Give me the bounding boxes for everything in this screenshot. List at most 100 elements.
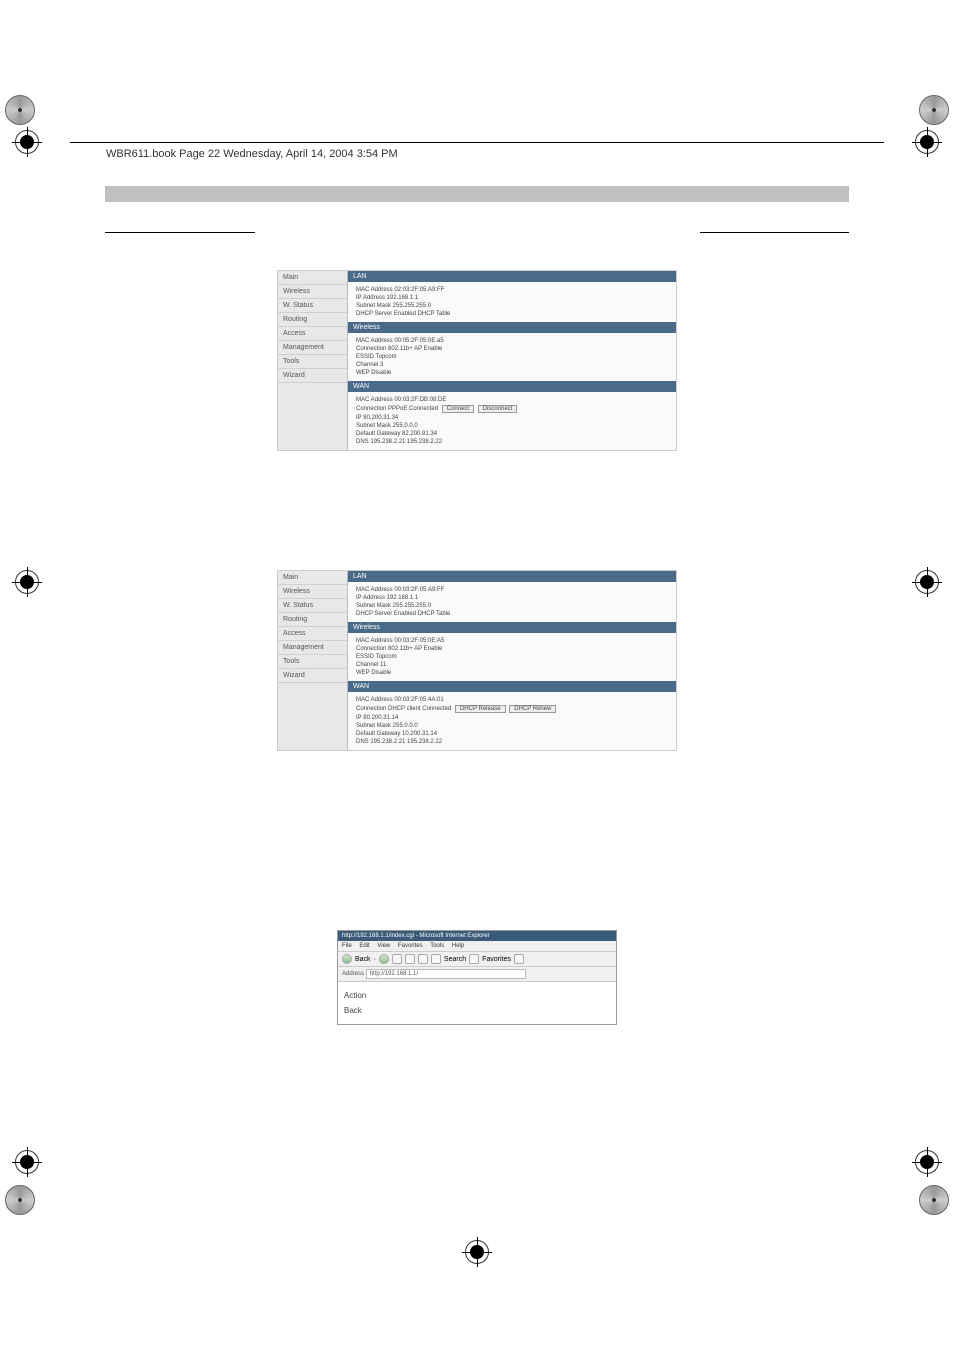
wireless-mac: MAC Address 00:03:2F:05:0E:A5 xyxy=(356,637,668,645)
toolbar: Back · Search Favorites xyxy=(338,951,616,967)
lan-subnet: Subnet Mask 255.255.255.0 xyxy=(356,302,668,310)
address-bar: Address http://192.168.1.1/ xyxy=(338,967,616,982)
menu-help[interactable]: Help xyxy=(452,943,464,949)
wan-conn: Connection DHCP client Connected DHCP Re… xyxy=(356,704,668,714)
menu-edit[interactable]: Edit xyxy=(359,943,369,949)
stop-icon[interactable] xyxy=(392,954,402,964)
header-rule xyxy=(70,142,884,143)
wireless-mac: MAC Address 00:05:2F:05:0E:a5 xyxy=(356,337,668,345)
sidebar-item-wizard[interactable]: Wizard xyxy=(278,669,347,683)
wireless-header: Wireless xyxy=(348,622,676,633)
section-rule xyxy=(105,232,255,233)
sidebar-item-wireless[interactable]: Wireless xyxy=(278,585,347,599)
wan-dns: DNS 195.238.2.21 195.238.2.22 xyxy=(356,738,668,746)
wireless-channel: Channel 11 xyxy=(356,661,668,669)
connect-button[interactable]: Connect xyxy=(442,405,474,413)
wireless-wep: WEP Disable xyxy=(356,669,668,677)
action-link[interactable]: Action xyxy=(344,988,610,1003)
lan-header: LAN xyxy=(348,571,676,582)
nav-sidebar: Main Wireless W. Status Routing Access M… xyxy=(278,571,348,750)
registration-swirl xyxy=(919,1185,949,1215)
media-icon[interactable] xyxy=(514,954,524,964)
wan-conn: Connection PPPoE Connected Connect Disco… xyxy=(356,404,668,414)
lan-mac: MAC Address 02:03:2F:05:A9:FF xyxy=(356,286,668,294)
wireless-conn: Connection 802.11b+ AP Enable xyxy=(356,345,668,353)
sidebar-item-access[interactable]: Access xyxy=(278,327,347,341)
crop-mark-icon xyxy=(915,570,939,594)
lan-mac: MAC Address 00:03:2F:05:A9:FF xyxy=(356,586,668,594)
dhcp-release-button[interactable]: DHCP Release xyxy=(455,705,506,713)
registration-swirl xyxy=(5,1185,35,1215)
sidebar-item-status[interactable]: W. Status xyxy=(278,299,347,313)
browser-body: Action Back xyxy=(338,982,616,1024)
wireless-wep: WEP Disable xyxy=(356,369,668,377)
main-panel: LAN MAC Address 00:03:2F:05:A9:FF IP Add… xyxy=(348,571,676,750)
toolbar-sep: · xyxy=(374,956,376,963)
search-label: Search xyxy=(444,956,466,963)
back-link[interactable]: Back xyxy=(344,1003,610,1018)
lan-dhcp: DHCP Server Enabled DHCP Table xyxy=(356,610,668,618)
favorites-label: Favorites xyxy=(482,956,511,963)
crop-mark-icon xyxy=(15,130,39,154)
menu-view[interactable]: View xyxy=(377,943,390,949)
sidebar-item-routing[interactable]: Routing xyxy=(278,313,347,327)
wan-conn-label: Connection DHCP client Connected xyxy=(356,706,451,712)
sidebar-item-status[interactable]: W. Status xyxy=(278,599,347,613)
lan-dhcp: DHCP Server Enabled DHCP Table xyxy=(356,310,668,318)
forward-icon[interactable] xyxy=(379,954,389,964)
sidebar-item-access[interactable]: Access xyxy=(278,627,347,641)
wan-gateway: Default Gateway 10.200.31.14 xyxy=(356,730,668,738)
crop-mark-icon xyxy=(915,1150,939,1174)
wireless-header: Wireless xyxy=(348,322,676,333)
lan-ip: IP Address 192.168.1.1 xyxy=(356,294,668,302)
crop-mark-icon xyxy=(465,1240,489,1264)
sidebar-item-main[interactable]: Main xyxy=(278,271,347,285)
sidebar-item-main[interactable]: Main xyxy=(278,571,347,585)
sidebar-item-management[interactable]: Management xyxy=(278,641,347,655)
menu-tools[interactable]: Tools xyxy=(430,943,444,949)
registration-swirl xyxy=(5,95,35,125)
browser-screenshot: http://192.168.1.1/index.cgi - Microsoft… xyxy=(337,930,617,1025)
menu-favorites[interactable]: Favorites xyxy=(398,943,423,949)
favorites-icon[interactable] xyxy=(469,954,479,964)
wan-mac: MAC Address 00:03:2F:05:4A:01 xyxy=(356,696,668,704)
search-icon[interactable] xyxy=(431,954,441,964)
menu-bar: File Edit View Favorites Tools Help xyxy=(338,941,616,951)
wan-gateway: Default Gateway 82.200.91.34 xyxy=(356,430,668,438)
crop-mark-icon xyxy=(915,130,939,154)
registration-swirl xyxy=(919,95,949,125)
crop-mark-icon xyxy=(15,570,39,594)
crop-mark-icon xyxy=(15,1150,39,1174)
page-header: WBR611.book Page 22 Wednesday, April 14,… xyxy=(100,148,404,160)
lan-ip: IP Address 192.168.1.1 xyxy=(356,594,668,602)
page-grey-bar xyxy=(105,186,849,202)
sidebar-item-wizard[interactable]: Wizard xyxy=(278,369,347,383)
lan-subnet: Subnet Mask 255.255.255.0 xyxy=(356,602,668,610)
main-panel: LAN MAC Address 02:03:2F:05:A9:FF IP Add… xyxy=(348,271,676,450)
nav-sidebar: Main Wireless W. Status Routing Access M… xyxy=(278,271,348,450)
wan-conn-label: Connection PPPoE Connected xyxy=(356,406,438,412)
menu-file[interactable]: File xyxy=(342,943,352,949)
refresh-icon[interactable] xyxy=(405,954,415,964)
sidebar-item-routing[interactable]: Routing xyxy=(278,613,347,627)
sidebar-item-tools[interactable]: Tools xyxy=(278,355,347,369)
address-input[interactable]: http://192.168.1.1/ xyxy=(366,969,526,979)
wan-header: WAN xyxy=(348,681,676,692)
wireless-channel: Channel 3 xyxy=(356,361,668,369)
wan-header: WAN xyxy=(348,381,676,392)
wireless-essid: ESSID Topcom xyxy=(356,353,668,361)
address-label: Address xyxy=(342,971,364,977)
sidebar-item-management[interactable]: Management xyxy=(278,341,347,355)
dhcp-renew-button[interactable]: DHCP Renew xyxy=(509,705,556,713)
disconnect-button[interactable]: Disconnect xyxy=(478,405,518,413)
back-icon[interactable] xyxy=(342,954,352,964)
lan-header: LAN xyxy=(348,271,676,282)
sidebar-item-wireless[interactable]: Wireless xyxy=(278,285,347,299)
home-icon[interactable] xyxy=(418,954,428,964)
wan-ip: IP 80.200.31.34 xyxy=(356,414,668,422)
wireless-essid: ESSID Topcom xyxy=(356,653,668,661)
wan-dns: DNS 195.238.2.21 195.238.2.22 xyxy=(356,438,668,446)
wireless-conn: Connection 802.11b+ AP Enable xyxy=(356,645,668,653)
sidebar-item-tools[interactable]: Tools xyxy=(278,655,347,669)
back-label: Back xyxy=(355,956,371,963)
